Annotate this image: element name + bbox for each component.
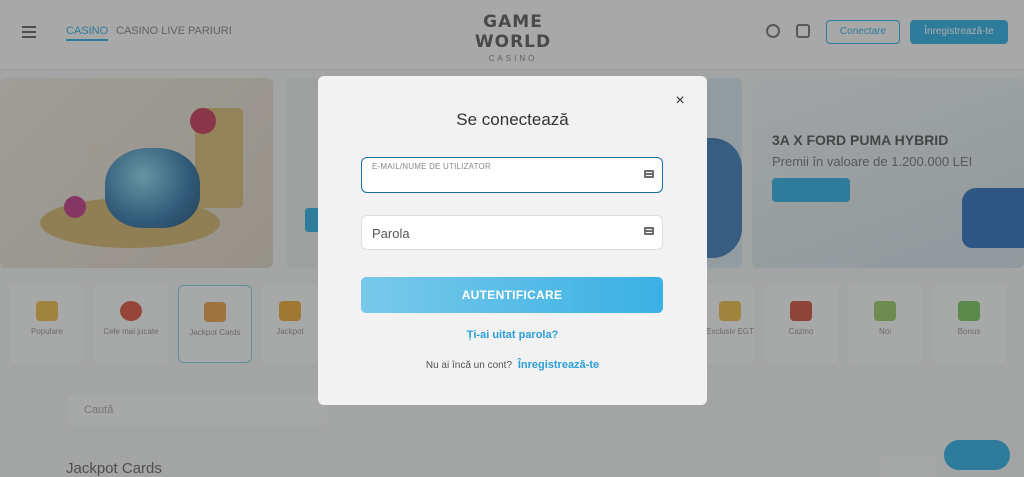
username-input[interactable] — [372, 174, 632, 188]
signup-row: Nu ai încă un cont? Înregistrează-te — [318, 359, 707, 371]
login-submit-button[interactable]: AUTENTIFICARE — [361, 277, 663, 313]
no-account-text: Nu ai încă un cont? — [425, 360, 513, 371]
username-label: E-MAIL/NUME DE UTILIZATOR — [372, 162, 491, 171]
password-input[interactable] — [372, 226, 632, 241]
close-icon[interactable]: × — [671, 92, 689, 110]
signup-link[interactable]: Înregistrează-te — [518, 359, 599, 371]
password-field[interactable] — [361, 215, 663, 250]
username-field[interactable]: E-MAIL/NUME DE UTILIZATOR — [361, 157, 663, 193]
forgot-password-link[interactable]: Ți-ai uitat parola? — [318, 329, 707, 341]
modal-title: Se conectează — [456, 110, 569, 129]
login-modal: × Se conectează E-MAIL/NUME DE UTILIZATO… — [318, 76, 707, 405]
keyboard-icon[interactable] — [644, 170, 654, 178]
keyboard-icon[interactable] — [644, 227, 654, 235]
